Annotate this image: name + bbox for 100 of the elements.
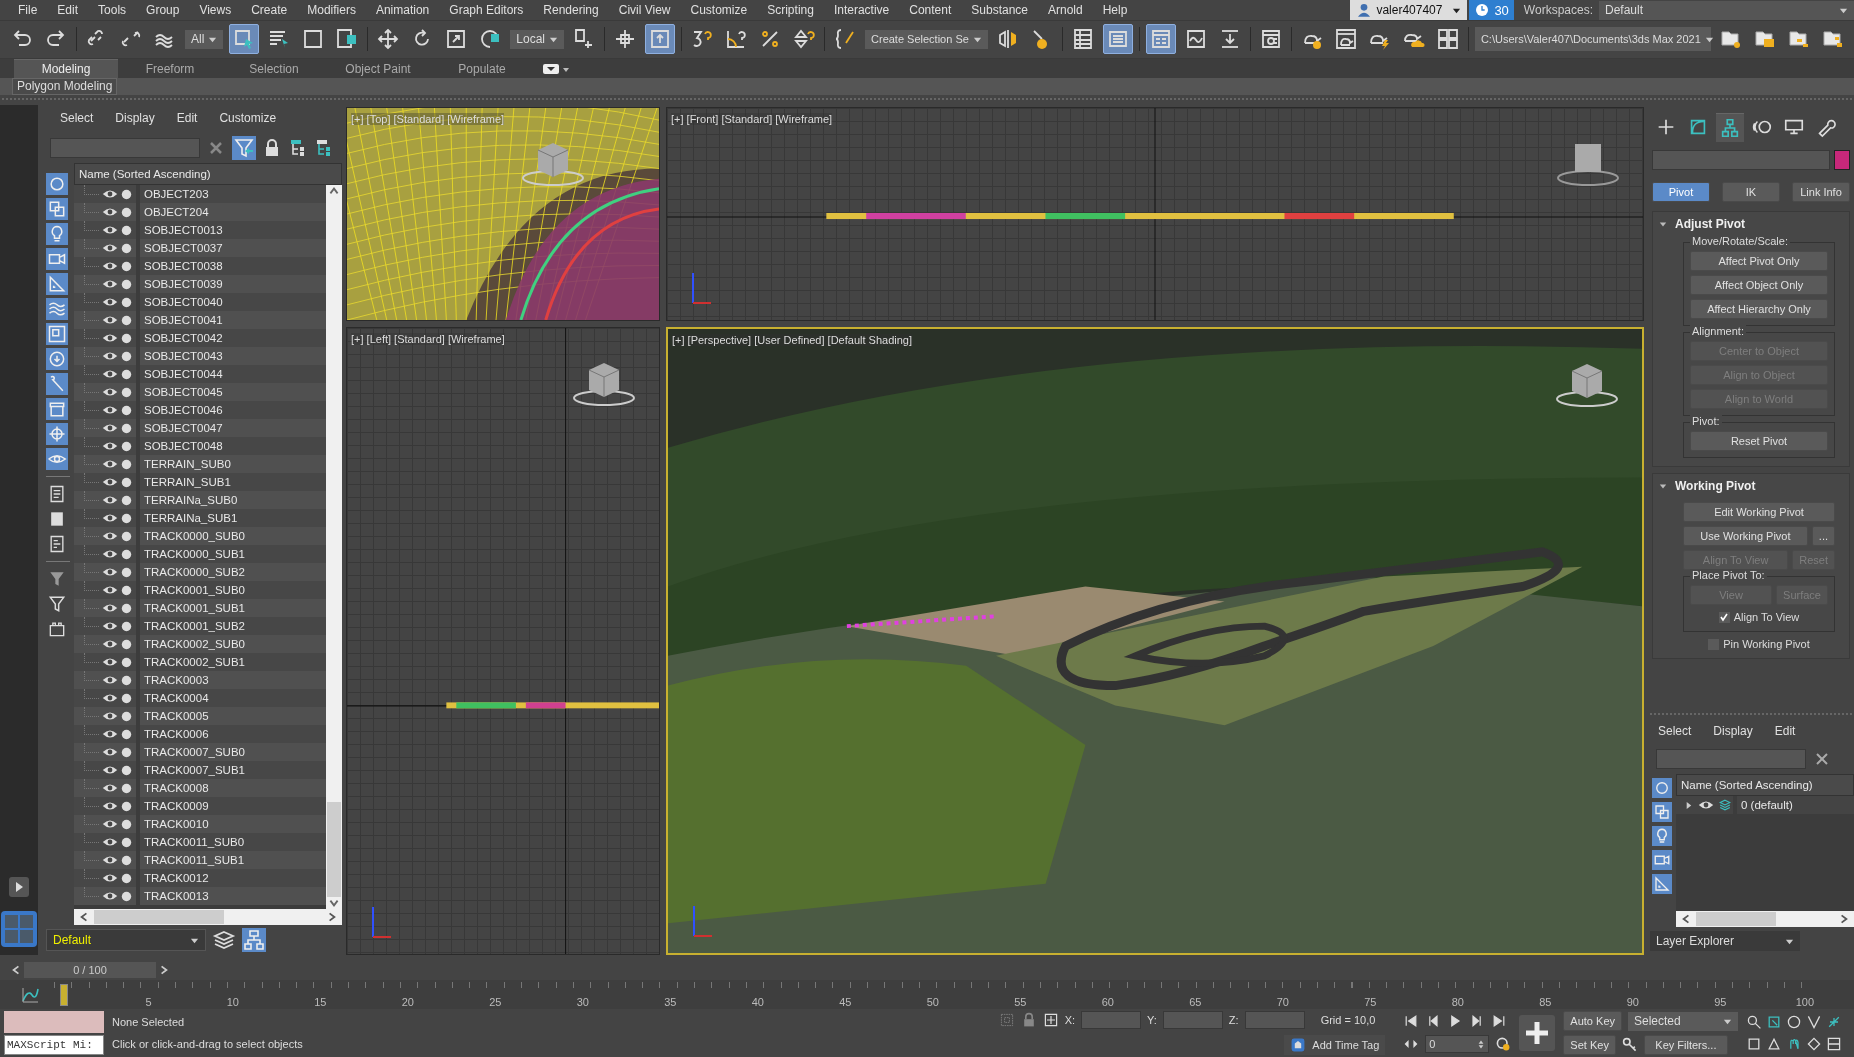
render-dot-icon[interactable] (121, 638, 132, 650)
menu-item[interactable]: Group (136, 3, 190, 17)
render-dot-icon[interactable] (121, 296, 132, 308)
render-dot-icon[interactable] (121, 674, 132, 686)
render-dot-icon[interactable] (121, 548, 132, 560)
checkbox[interactable]: Pin Working Pivot (1708, 636, 1810, 653)
timer-badge[interactable]: 30 (1469, 0, 1514, 20)
menu-item[interactable]: Help (1092, 3, 1138, 17)
box-icon[interactable] (46, 398, 68, 421)
menu-item[interactable]: Modifiers (297, 3, 366, 17)
more-button[interactable]: ... (1811, 526, 1835, 547)
y-coordinate-field[interactable] (1162, 1011, 1223, 1029)
scroll-thumb[interactable] (327, 802, 341, 898)
explorer-menu-item[interactable]: Select (1658, 724, 1692, 741)
mode-button[interactable]: IK (1722, 182, 1780, 203)
current-frame-marker[interactable] (60, 983, 68, 1006)
toggle-viewport-icon[interactable] (1826, 1036, 1842, 1052)
render-dot-icon[interactable] (121, 404, 132, 416)
render-dot-icon[interactable] (121, 620, 132, 632)
menu-item[interactable]: Views (189, 3, 242, 17)
menu-item[interactable]: Civil View (608, 3, 681, 17)
account-dropdown[interactable]: valer407407 (1350, 0, 1468, 20)
render-dot-icon[interactable] (121, 692, 132, 704)
nested-square-icon[interactable] (46, 323, 68, 346)
render-dot-icon[interactable] (121, 530, 132, 542)
column-header[interactable]: Name (Sorted Ascending) (1676, 774, 1854, 797)
menu-item[interactable]: Customize (680, 3, 758, 17)
layers-icon[interactable] (1102, 24, 1133, 55)
render-dot-icon[interactable] (121, 494, 132, 506)
render-dot-icon[interactable] (121, 854, 132, 866)
explorer-menu-item[interactable]: Select (60, 111, 94, 128)
render-dot-icon[interactable] (121, 818, 132, 830)
add-time-tag-button[interactable]: Add Time Tag (1284, 1035, 1386, 1055)
vertical-scrollbar[interactable] (326, 185, 342, 910)
menu-item[interactable]: Scripting (757, 3, 824, 17)
render-dot-icon[interactable] (121, 710, 132, 722)
render-dot-icon[interactable] (121, 476, 132, 488)
hierarchy-icon[interactable] (1716, 113, 1744, 143)
render-dot-icon[interactable] (121, 782, 132, 794)
auto-key-button[interactable]: Auto Key (1563, 1011, 1622, 1031)
render-dot-icon[interactable] (121, 224, 132, 236)
menu-item[interactable]: Edit (47, 3, 89, 17)
reference-coordinate-dropdown[interactable]: Local (510, 29, 565, 49)
render-dot-icon[interactable] (121, 836, 132, 848)
wave-icon[interactable] (46, 298, 68, 321)
render-dot-icon[interactable] (121, 350, 132, 362)
menu-item[interactable]: Arnold (1038, 3, 1093, 17)
mode-button[interactable]: Pivot (1652, 182, 1710, 203)
render-dot-icon[interactable] (121, 566, 132, 578)
zoom-region-icon[interactable] (1766, 1014, 1782, 1030)
light-bulb-icon[interactable] (46, 223, 68, 246)
expand-play-icon[interactable] (9, 877, 29, 898)
explorer-menu-item[interactable]: Edit (1774, 724, 1796, 741)
time-config-icon[interactable] (1495, 1036, 1512, 1052)
z-coordinate-field[interactable] (1244, 1011, 1305, 1029)
render-dot-icon[interactable] (121, 188, 132, 200)
panel-button[interactable]: Reset Pivot (1690, 431, 1828, 452)
render-dot-icon[interactable] (121, 278, 132, 290)
render-dot-icon[interactable] (121, 800, 132, 812)
selection-filter-dropdown[interactable]: All (185, 29, 224, 49)
menu-item[interactable]: Graph Editors (439, 3, 534, 17)
explorer-menu-item[interactable]: Display (115, 111, 155, 128)
menu-item[interactable]: Animation (365, 3, 440, 17)
explorer-menu-item[interactable]: Display (1713, 724, 1753, 741)
render-dot-icon[interactable] (121, 584, 132, 596)
explorer-menu-item[interactable]: Edit (176, 111, 198, 128)
ribbon-tab[interactable]: Populate (430, 59, 534, 78)
rollout-header[interactable]: Adjust Pivot (1653, 212, 1849, 237)
cursor-select-icon[interactable] (229, 24, 260, 55)
field-of-view-icon[interactable] (1806, 1014, 1822, 1030)
spinner-icon[interactable] (1477, 1038, 1486, 1050)
camera-icon[interactable] (46, 248, 68, 271)
absolute-mode-icon[interactable] (1042, 1012, 1059, 1028)
render-dot-icon[interactable] (121, 422, 132, 434)
camera-icon[interactable] (1652, 850, 1672, 871)
render-dot-icon[interactable] (121, 656, 132, 668)
viewport[interactable]: [+] [Front] [Standard] [Wireframe] (666, 107, 1644, 322)
light-bulb-icon[interactable] (1652, 826, 1672, 847)
render-dot-icon[interactable] (121, 764, 132, 776)
menu-item[interactable]: Substance (961, 3, 1038, 17)
set-key-button[interactable]: Set Key (1563, 1035, 1616, 1055)
render-dot-icon[interactable] (121, 890, 132, 902)
key-mode-dropdown[interactable]: Selected (1628, 1011, 1738, 1031)
ribbon-tab[interactable]: Selection (222, 59, 326, 78)
panel-button[interactable]: Affect Hierarchy Only (1690, 299, 1828, 320)
checkbox[interactable]: Align To View (1718, 609, 1800, 626)
layers-icon[interactable] (1717, 799, 1733, 812)
object-name-field[interactable] (1652, 150, 1831, 171)
shortcut-toggle-icon[interactable] (645, 24, 676, 55)
column-header[interactable]: Name (Sorted Ascending) (74, 163, 342, 186)
bone-icon[interactable] (46, 373, 68, 396)
menu-item[interactable]: Create (241, 3, 298, 17)
triangle-ruler-icon[interactable] (1652, 874, 1672, 895)
filter-icon[interactable] (232, 136, 256, 161)
triangle-ruler-icon[interactable] (46, 273, 68, 296)
render-dot-icon[interactable] (121, 872, 132, 884)
snowflake-icon[interactable] (46, 423, 68, 446)
menu-item[interactable]: Tools (88, 3, 137, 17)
orbit-icon[interactable] (1806, 1036, 1822, 1052)
render-dot-icon[interactable] (121, 206, 132, 218)
